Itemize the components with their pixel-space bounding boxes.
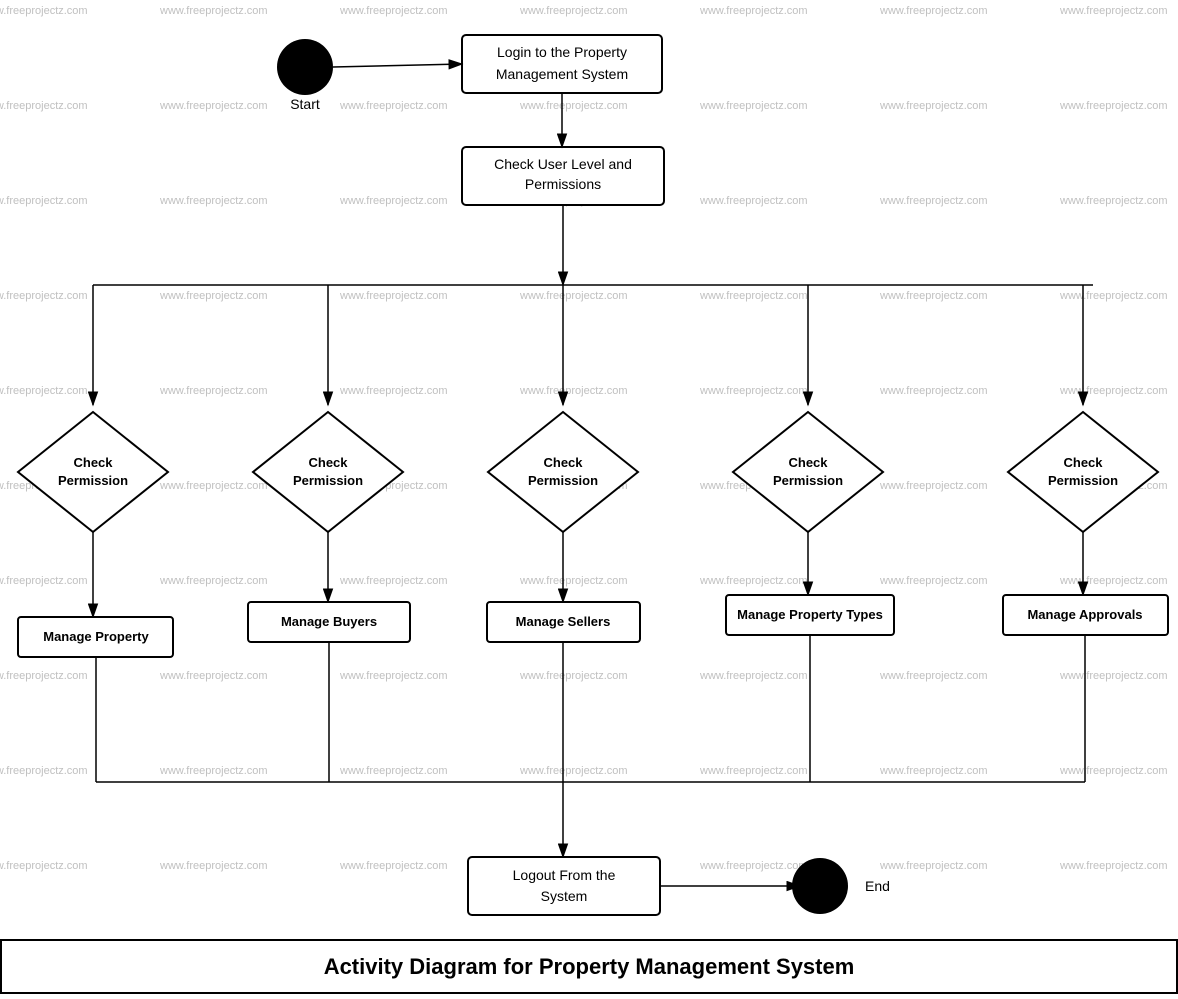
perm3-text2: Permission xyxy=(528,473,598,488)
login-text-1: Login to the Property xyxy=(497,44,627,60)
logout-text-2: System xyxy=(541,888,588,904)
check-perm-3 xyxy=(488,412,638,532)
perm1-text1: Check xyxy=(73,455,113,470)
perm2-text2: Permission xyxy=(293,473,363,488)
check-user-text-2: Permissions xyxy=(525,176,601,192)
check-perm-1 xyxy=(18,412,168,532)
logout-box xyxy=(468,857,660,915)
perm2-text1: Check xyxy=(308,455,348,470)
check-perm-5 xyxy=(1008,412,1158,532)
end-node xyxy=(792,858,848,914)
manage-prop-types-text: Manage Property Types xyxy=(737,607,883,622)
check-perm-2 xyxy=(253,412,403,532)
manage-buyers-text: Manage Buyers xyxy=(281,614,377,629)
login-text-2: Management System xyxy=(496,66,628,82)
start-node xyxy=(277,39,333,95)
manage-sellers-text: Manage Sellers xyxy=(516,614,611,629)
perm3-text1: Check xyxy=(543,455,583,470)
perm4-text1: Check xyxy=(788,455,828,470)
perm1-text2: Permission xyxy=(58,473,128,488)
perm4-text2: Permission xyxy=(773,473,843,488)
logout-text-1: Logout From the xyxy=(513,867,616,883)
check-perm-4 xyxy=(733,412,883,532)
perm5-text2: Permission xyxy=(1048,473,1118,488)
end-label: End xyxy=(865,878,890,894)
manage-approvals-text: Manage Approvals xyxy=(1027,607,1142,622)
diagram-title: Activity Diagram for Property Management… xyxy=(324,954,855,980)
perm5-text1: Check xyxy=(1063,455,1103,470)
check-user-text-1: Check User Level and xyxy=(494,156,632,172)
title-bar: Activity Diagram for Property Management… xyxy=(0,939,1178,994)
start-label: Start xyxy=(290,96,320,112)
activity-diagram: Start Login to the Property Management S… xyxy=(0,0,1178,994)
manage-property-text: Manage Property xyxy=(43,629,149,644)
